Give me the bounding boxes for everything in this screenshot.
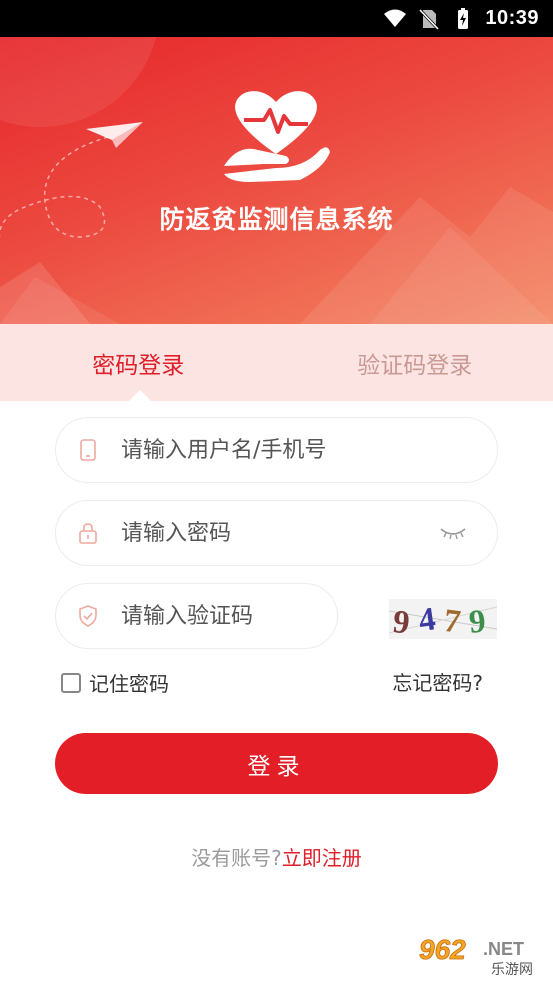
watermark-logo: 962 .NET 乐游网 bbox=[415, 932, 547, 978]
remember-password[interactable]: 记住密码 bbox=[61, 668, 169, 697]
password-field[interactable] bbox=[55, 500, 498, 566]
captcha-image[interactable]: 9 4 7 9 bbox=[389, 599, 497, 639]
watermark-number: 962 bbox=[419, 934, 466, 965]
captcha-code: 9 4 7 9 bbox=[389, 601, 497, 639]
watermark-sub: 乐游网 bbox=[491, 962, 533, 978]
heart-hand-logo-icon bbox=[224, 91, 330, 182]
watermark-suffix: .NET bbox=[483, 939, 524, 959]
paper-plane-icon bbox=[86, 122, 143, 148]
remember-checkbox[interactable] bbox=[61, 672, 81, 693]
battery-charging-icon bbox=[458, 7, 469, 29]
phone-icon bbox=[80, 439, 96, 461]
tab-code-login[interactable]: 验证码登录 bbox=[277, 324, 553, 401]
active-tab-pointer bbox=[129, 390, 151, 401]
forgot-password-link[interactable]: 忘记密码? bbox=[392, 667, 483, 696]
shield-icon bbox=[79, 605, 97, 627]
register-line: 没有账号?立即注册 bbox=[0, 842, 553, 871]
no-account-text: 没有账号? bbox=[191, 846, 282, 870]
status-bar: 10:39 bbox=[0, 0, 553, 37]
svg-text:4: 4 bbox=[416, 601, 437, 639]
username-field[interactable] bbox=[55, 417, 498, 483]
login-button[interactable]: 登录 bbox=[55, 733, 498, 794]
remember-label: 记住密码 bbox=[89, 672, 169, 696]
username-input[interactable] bbox=[121, 437, 401, 463]
captcha-field[interactable] bbox=[55, 583, 338, 649]
login-tabs: 密码登录 验证码登录 bbox=[0, 324, 553, 401]
no-sim-icon bbox=[419, 8, 440, 30]
captcha-input[interactable] bbox=[121, 603, 311, 629]
lock-icon bbox=[79, 523, 97, 544]
password-input[interactable] bbox=[121, 520, 401, 546]
app-title: 防返贫监测信息系统 bbox=[159, 205, 394, 234]
svg-text:9: 9 bbox=[468, 603, 488, 639]
status-time: 10:39 bbox=[485, 7, 539, 29]
svg-text:7: 7 bbox=[442, 603, 463, 639]
svg-text:9: 9 bbox=[391, 604, 411, 639]
wifi-icon bbox=[384, 9, 407, 27]
register-link[interactable]: 立即注册 bbox=[282, 846, 362, 870]
hero-banner: 防返贫监测信息系统 bbox=[0, 37, 553, 324]
eye-closed-icon[interactable] bbox=[439, 525, 467, 541]
